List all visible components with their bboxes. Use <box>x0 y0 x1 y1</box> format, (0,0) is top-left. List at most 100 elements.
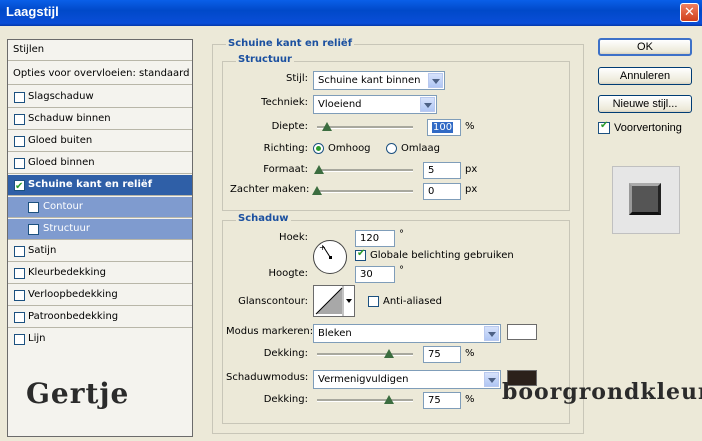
checkbox-drop-shadow[interactable] <box>14 92 25 103</box>
direction-down-label: Omlaag <box>401 143 440 154</box>
gloss-contour-picker[interactable] <box>313 285 355 317</box>
direction-up-radio[interactable] <box>313 143 324 154</box>
anti-aliased-label: Anti-aliased <box>383 296 443 307</box>
style-item-stroke[interactable]: Lijn <box>8 329 192 350</box>
style-item-label: Gloed binnen <box>28 157 95 168</box>
angle-label: Hoek: <box>279 232 308 243</box>
ok-button[interactable]: OK <box>598 38 692 56</box>
check-icon: ✔ <box>357 248 366 259</box>
style-dropdown[interactable]: Schuine kant binnen <box>313 71 445 90</box>
checkbox-texture[interactable] <box>28 224 39 235</box>
depth-value: 100 <box>432 122 454 133</box>
style-item-inner-shadow[interactable]: Schaduw binnen <box>8 109 192 130</box>
styles-header-label: Stijlen <box>13 44 45 55</box>
checkbox-inner-shadow[interactable] <box>14 114 25 125</box>
style-item-outer-glow[interactable]: Gloed buiten <box>8 131 192 152</box>
depth-unit: % <box>465 121 475 132</box>
highlight-opacity-slider[interactable] <box>317 353 413 356</box>
size-slider-thumb[interactable] <box>313 165 324 174</box>
altitude-unit: ° <box>399 265 404 276</box>
shadow-opacity-input[interactable]: 75 <box>423 392 461 409</box>
checkbox-stroke[interactable] <box>14 334 25 345</box>
checkbox-outer-glow[interactable] <box>14 136 25 147</box>
style-item-texture[interactable]: Structuur <box>8 219 192 240</box>
style-item-satin[interactable]: Satijn <box>8 241 192 262</box>
preview-bevel-square <box>629 183 661 215</box>
chevron-down-icon[interactable] <box>428 73 443 88</box>
angle-dial[interactable]: + <box>313 240 347 274</box>
style-item-drop-shadow[interactable]: Slagschaduw <box>8 87 192 108</box>
highlight-opacity-input[interactable]: 75 <box>423 346 461 363</box>
checkbox-satin[interactable] <box>14 246 25 257</box>
style-label: Stijl: <box>286 73 308 84</box>
checkbox-contour[interactable] <box>28 202 39 213</box>
style-item-gradient-overlay[interactable]: Verloopbedekking <box>8 285 192 306</box>
cancel-button[interactable]: Annuleren <box>598 67 692 85</box>
style-item-label: Lijn <box>28 333 46 344</box>
checkbox-gradient-overlay[interactable] <box>14 290 25 301</box>
angle-value: 120 <box>360 233 380 244</box>
shadow-opacity-slider[interactable] <box>317 399 413 402</box>
styles-header[interactable]: Stijlen <box>8 40 192 61</box>
checkbox-bevel-emboss[interactable]: ✔ <box>14 180 25 192</box>
shadow-mode-dropdown[interactable]: Vermenigvuldigen <box>313 370 501 389</box>
highlight-mode-dropdown[interactable]: Bleken <box>313 324 501 343</box>
chevron-down-icon[interactable] <box>484 372 499 387</box>
style-item-label: Slagschaduw <box>28 91 94 102</box>
chevron-down-icon[interactable] <box>420 97 435 112</box>
angle-input[interactable]: 120 <box>355 230 395 247</box>
direction-down-radio[interactable] <box>386 143 397 154</box>
altitude-input[interactable]: 30 <box>355 266 395 283</box>
style-item-inner-glow[interactable]: Gloed binnen <box>8 153 192 174</box>
checkbox-pattern-overlay[interactable] <box>14 312 25 323</box>
technique-value: Vloeiend <box>318 99 362 110</box>
style-item-label: Verloopbedekking <box>28 289 118 300</box>
soften-slider-thumb[interactable] <box>312 186 322 195</box>
soften-value: 0 <box>428 186 435 197</box>
gloss-contour-label: Glanscontour: <box>238 296 308 307</box>
anti-aliased-checkbox[interactable] <box>368 296 379 307</box>
depth-input[interactable]: 100 <box>427 119 461 136</box>
technique-dropdown[interactable]: Vloeiend <box>313 95 437 114</box>
size-input[interactable]: 5 <box>423 162 461 179</box>
preview-thumbnail <box>612 166 680 234</box>
preview-checkbox[interactable]: ✔ <box>598 120 610 134</box>
soften-slider[interactable] <box>317 190 413 193</box>
highlight-opacity-thumb[interactable] <box>384 349 394 358</box>
shadow-opacity-unit: % <box>465 394 475 405</box>
depth-slider-thumb[interactable] <box>321 122 332 131</box>
size-value: 5 <box>428 165 435 176</box>
style-item-label: Gloed buiten <box>28 135 93 146</box>
watermark-left: Gertje <box>26 377 130 410</box>
styles-list: Stijlen Opties voor overvloeien: standaa… <box>7 39 193 437</box>
checkbox-color-overlay[interactable] <box>14 268 25 279</box>
style-value: Schuine kant binnen <box>318 75 421 86</box>
highlight-opacity-label: Dekking: <box>263 348 308 359</box>
altitude-value: 30 <box>360 269 373 280</box>
size-unit: px <box>465 164 478 175</box>
angle-dial-graphic: + <box>319 243 332 259</box>
blend-options-item[interactable]: Opties voor overvloeien: standaard <box>8 64 192 85</box>
shading-title: Schaduw <box>236 213 291 224</box>
bevel-emboss-title: Schuine kant en reliëf <box>226 38 355 49</box>
highlight-opacity-value: 75 <box>428 349 441 360</box>
direction-label: Richting: <box>263 143 308 154</box>
style-item-color-overlay[interactable]: Kleurbedekking <box>8 263 192 284</box>
style-item-bevel-emboss[interactable]: ✔ Schuine kant en reliëf <box>8 175 192 196</box>
style-item-label: Satijn <box>28 245 57 256</box>
size-slider[interactable] <box>317 169 413 172</box>
highlight-color-swatch[interactable] <box>507 324 537 340</box>
new-style-button[interactable]: Nieuwe stijl... <box>598 95 692 113</box>
global-light-checkbox[interactable]: ✔ <box>355 248 366 261</box>
dialog-body: Stijlen Opties voor overvloeien: standaa… <box>0 26 702 441</box>
angle-unit: ° <box>399 229 404 240</box>
soften-input[interactable]: 0 <box>423 183 461 200</box>
style-item-contour[interactable]: Contour <box>8 197 192 218</box>
chevron-down-icon[interactable] <box>484 326 499 341</box>
size-label: Formaat: <box>263 164 308 175</box>
contour-graphic <box>315 286 352 316</box>
style-item-pattern-overlay[interactable]: Patroonbedekking <box>8 307 192 328</box>
close-icon[interactable]: ✕ <box>680 3 699 22</box>
checkbox-inner-glow[interactable] <box>14 158 25 169</box>
shadow-opacity-thumb[interactable] <box>384 395 394 404</box>
